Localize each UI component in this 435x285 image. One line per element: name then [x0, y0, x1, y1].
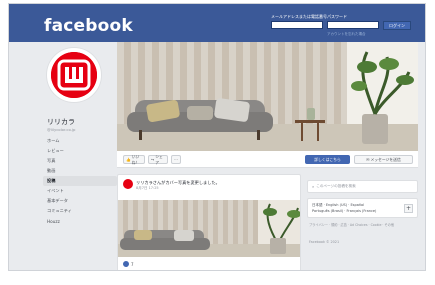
nav-item-videos[interactable]: 動画 [43, 166, 117, 176]
nav-item-houzz[interactable]: Houzz [43, 216, 117, 226]
send-message-label: メッセージを送信 [370, 156, 401, 162]
page-action-bar: 👍 いいね！ ↪ シェア ··· 詳しくはこちら ✉ メッセージを送信 [117, 151, 418, 168]
post-timestamp[interactable]: 8月7日 17:25 [136, 186, 159, 191]
login-button[interactable]: ログイン [383, 21, 411, 30]
browser-frame: facebook メールアドレスまたは電話番号 パスワード ログイン アカウント… [8, 3, 426, 271]
learn-more-button[interactable]: 詳しくはこちら [305, 155, 350, 164]
language-links-row1[interactable]: 日本語 · English (US) · Español [312, 203, 364, 208]
forgot-account-link[interactable]: アカウントを忘れた場合 [327, 32, 366, 37]
lilycolor-logo-icon [51, 52, 97, 98]
page-handle[interactable]: @lilycolor.co.jp [47, 127, 75, 132]
post-reactions[interactable]: 7 [123, 261, 134, 267]
like-label: いいね！ [131, 153, 140, 165]
feed-post: リリカラさんがカバー写真を変更しました。 8月7日 17:25 7 [117, 174, 301, 270]
copyright: Facebook © 2021 [309, 240, 340, 244]
share-icon: ↪ [151, 157, 155, 162]
search-placeholder: このページの投稿を検索 [316, 184, 356, 188]
page-title: リリカラ [47, 118, 75, 126]
password-label: パスワード [327, 14, 347, 19]
search-icon: ⌕ [312, 184, 315, 189]
reaction-count: 7 [131, 261, 134, 267]
language-links-row2[interactable]: Português (Brasil) · Français (France) [312, 209, 376, 213]
more-button[interactable]: ··· [171, 155, 181, 164]
post-avatar[interactable] [123, 179, 133, 189]
profile-picture[interactable] [47, 48, 101, 102]
top-bar: facebook メールアドレスまたは電話番号 パスワード ログイン アカウント… [9, 4, 425, 42]
email-label: メールアドレスまたは電話番号 [271, 14, 327, 19]
page-nav: ホーム レビュー 写真 動画 投稿 イベント 基本データ コミュニティ Houz… [43, 136, 117, 226]
messenger-icon: ✉ [366, 157, 370, 162]
thumbs-up-icon: 👍 [126, 157, 131, 162]
send-message-button[interactable]: ✉ メッセージを送信 [354, 155, 413, 164]
password-field[interactable] [327, 21, 379, 29]
cover-photo[interactable] [117, 42, 418, 151]
footer-links[interactable]: プライバシー · 規約 · 広告 · Ad Choices · Cookie ·… [309, 223, 417, 228]
nav-item-posts[interactable]: 投稿 [43, 176, 117, 186]
nav-item-community[interactable]: コミュニティ [43, 206, 117, 216]
facebook-logo[interactable]: facebook [44, 16, 133, 36]
post-image[interactable] [118, 200, 300, 257]
nav-item-photos[interactable]: 写真 [43, 156, 117, 166]
more-languages-button[interactable]: + [404, 204, 413, 213]
share-button[interactable]: ↪ シェア [148, 153, 168, 165]
nav-item-home[interactable]: ホーム [43, 136, 117, 146]
page-search-input[interactable]: ⌕ このページの投稿を検索 [307, 180, 418, 193]
nav-item-about[interactable]: 基本データ [43, 196, 117, 206]
email-field[interactable] [271, 21, 323, 29]
like-reaction-icon [123, 261, 129, 267]
left-column: リリカラ @lilycolor.co.jp ホーム レビュー 写真 動画 投稿 … [9, 42, 117, 270]
nav-item-reviews[interactable]: レビュー [43, 146, 117, 156]
like-button[interactable]: 👍 いいね！ [123, 153, 145, 165]
nav-item-events[interactable]: イベント [43, 186, 117, 196]
share-label: シェア [155, 153, 163, 165]
language-selector: 日本語 · English (US) · Español Português (… [307, 198, 418, 218]
